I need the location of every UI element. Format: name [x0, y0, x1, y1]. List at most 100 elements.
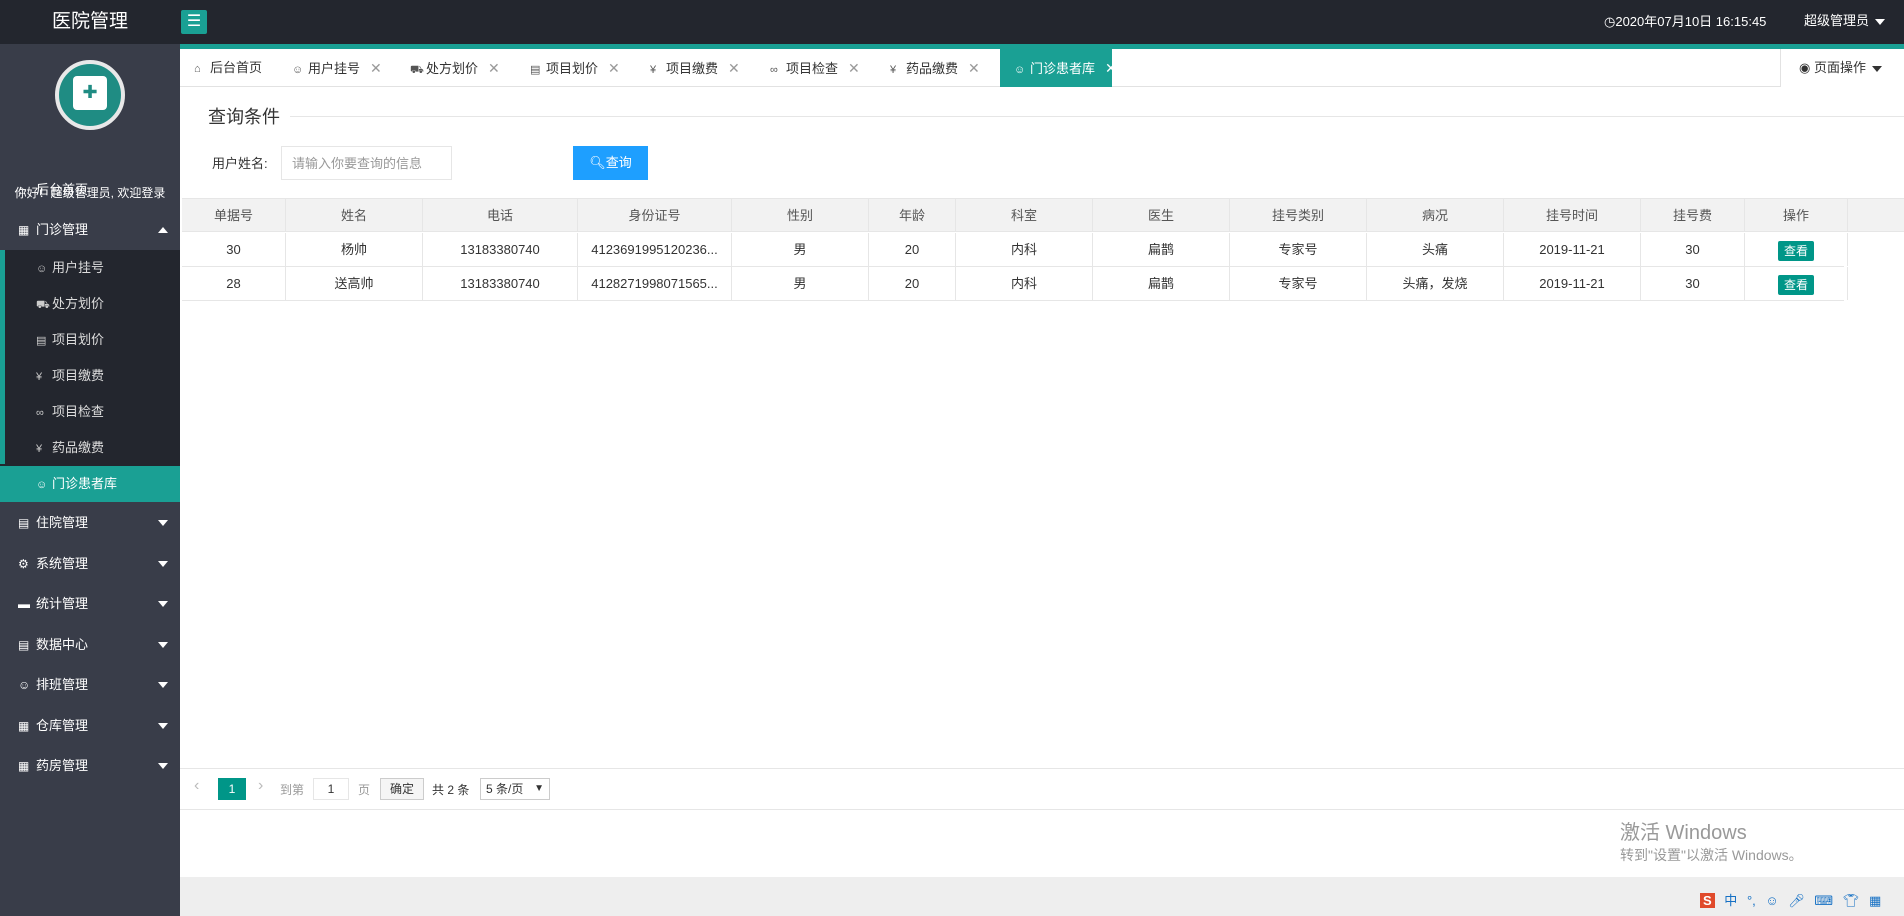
- toolbox-icon[interactable]: ▦: [1869, 893, 1881, 908]
- td-id: 30: [182, 233, 286, 266]
- td-name: 杨帅: [286, 233, 423, 266]
- user-menu[interactable]: 超级管理员: [1804, 0, 1886, 44]
- view-button[interactable]: 查看: [1777, 274, 1814, 295]
- tab-label: 项目缴费: [666, 61, 719, 76]
- tab-label: 门诊患者库: [1030, 61, 1096, 76]
- search-button[interactable]: 🔍︎查询: [573, 146, 648, 180]
- tab-prescription[interactable]: ⛟ 处方划价 ✕: [396, 49, 516, 87]
- sidebar-item-statistics[interactable]: ▬ 统计管理: [0, 584, 180, 624]
- sidebar-sub-register[interactable]: ☺ 用户挂号: [0, 250, 180, 286]
- sidebar-item-warehouse[interactable]: ▦ 仓库管理: [0, 706, 180, 746]
- td-reg-time: 2019-11-21: [1504, 233, 1641, 266]
- th-dept: 科室: [956, 199, 1093, 232]
- yen-icon: ¥: [650, 64, 657, 76]
- td-gender: 男: [732, 267, 869, 300]
- sidebar-sub-item-payment[interactable]: ¥ 项目缴费: [0, 358, 180, 394]
- user-icon: ☺: [36, 263, 48, 275]
- sidebar-item-outpatient[interactable]: ▦ 门诊管理: [0, 210, 180, 250]
- book-icon: ▦: [18, 759, 30, 773]
- table-header: 单据号 姓名 电话 身份证号 性别 年龄 科室 医生 挂号类别 病况 挂号时间 …: [182, 198, 1904, 232]
- page-1-button[interactable]: 1: [218, 778, 246, 800]
- emoji-icon[interactable]: ☺: [1765, 893, 1778, 908]
- tab-patient-library[interactable]: ☺ 门诊患者库 ✕: [1000, 49, 1117, 87]
- close-icon[interactable]: ✕: [848, 49, 860, 87]
- sidebar-item-pharmacy[interactable]: ▦ 药房管理: [0, 746, 180, 786]
- sidebar-item-data-center[interactable]: ▤ 数据中心: [0, 625, 180, 665]
- th-phone: 电话: [423, 199, 578, 232]
- top-header: 医院管理 ☰ ◷2020年07月10日 16:15:45 超级管理员: [0, 0, 1904, 44]
- total-count: 共 2 条: [432, 783, 470, 797]
- sidebar-item-label: 门诊管理: [36, 222, 89, 237]
- th-doctor: 医生: [1093, 199, 1230, 232]
- keyboard-icon[interactable]: ⌨: [1814, 893, 1833, 908]
- th-condition: 病况: [1367, 199, 1504, 232]
- td-idcard: 4123691995120236...: [578, 233, 732, 266]
- sidebar-item-home[interactable]: ⌂ 后台首页: [0, 170, 180, 210]
- search-input[interactable]: [281, 146, 452, 180]
- next-page-icon[interactable]: ›: [258, 777, 263, 795]
- td-reg-type: 专家号: [1230, 267, 1367, 300]
- sidebar-item-label: 数据中心: [36, 637, 89, 652]
- ime-language[interactable]: 中: [1724, 893, 1737, 908]
- tab-drug-payment[interactable]: ¥ 药品缴费 ✕: [876, 49, 996, 87]
- tab-item-check[interactable]: ∞ 项目检查 ✕: [756, 49, 876, 87]
- close-icon[interactable]: ✕: [488, 49, 500, 87]
- fieldset-border: [198, 116, 1904, 117]
- menu-toggle-button[interactable]: ☰: [181, 10, 207, 34]
- chevron-down-icon: [158, 763, 168, 769]
- windows-activation-title: 激活 Windows: [1620, 822, 1747, 844]
- microphone-icon[interactable]: 🎤︎: [1788, 893, 1805, 908]
- td-name: 送高帅: [286, 267, 423, 300]
- sidebar-item-label: 后台首页: [36, 182, 89, 197]
- tab-item-pricing[interactable]: ▤ 项目划价 ✕: [516, 49, 636, 87]
- header-datetime: ◷2020年07月10日 16:15:45: [1604, 0, 1766, 44]
- close-icon[interactable]: ✕: [1105, 49, 1117, 87]
- sidebar-sub-drug-payment[interactable]: ¥ 药品缴费: [0, 430, 180, 466]
- page-confirm-button[interactable]: 确定: [380, 778, 424, 800]
- close-icon[interactable]: ✕: [608, 49, 620, 87]
- document-icon: ▤: [530, 64, 541, 76]
- yen-icon: ¥: [890, 64, 897, 76]
- sidebar-item-inpatient[interactable]: ▤ 住院管理: [0, 503, 180, 543]
- close-icon[interactable]: ✕: [370, 49, 382, 87]
- page-ops-dropdown[interactable]: ◉ 页面操作: [1780, 49, 1904, 87]
- sidebar-item-system[interactable]: ⚙ 系统管理: [0, 544, 180, 584]
- tab-item-payment[interactable]: ¥ 项目缴费 ✕: [636, 49, 756, 87]
- td-id: 28: [182, 267, 286, 300]
- user-icon: ☺: [292, 64, 304, 76]
- ime-logo-icon[interactable]: S: [1700, 893, 1715, 908]
- tab-register[interactable]: ☺ 用户挂号 ✕: [278, 49, 396, 87]
- prev-page-icon[interactable]: ‹: [194, 777, 199, 795]
- app-logo[interactable]: 医院管理: [0, 0, 180, 44]
- td-fee: 30: [1641, 233, 1745, 266]
- sidebar-sub-patient-library[interactable]: ☺ 门诊患者库: [0, 466, 180, 502]
- medical-cross-icon: ✚: [82, 82, 98, 102]
- view-button[interactable]: 查看: [1777, 240, 1814, 261]
- cart-icon: ⛟: [36, 299, 50, 311]
- sidebar-item-label: 仓库管理: [36, 718, 89, 733]
- sidebar-item-schedule[interactable]: ☺ 排班管理: [0, 665, 180, 705]
- tab-home[interactable]: ⌂ 后台首页: [180, 49, 278, 87]
- td-action: 查看: [1745, 233, 1848, 266]
- punctuation-icon[interactable]: °,: [1747, 893, 1756, 908]
- sidebar-sub-item-pricing[interactable]: ▤ 项目划价: [0, 322, 180, 358]
- close-icon[interactable]: ✕: [968, 49, 980, 87]
- page-number-input[interactable]: 1: [313, 778, 349, 800]
- close-icon[interactable]: ✕: [728, 49, 740, 87]
- th-gender: 性别: [732, 199, 869, 232]
- sidebar-sub-label: 处方划价: [52, 296, 105, 311]
- home-icon: ⌂: [18, 183, 26, 197]
- sidebar-sub-prescription[interactable]: ⛟ 处方划价: [0, 286, 180, 322]
- per-page-select[interactable]: 5 条/页 ▼: [480, 778, 550, 800]
- tab-label: 用户挂号: [308, 61, 361, 76]
- cart-icon: ⛟: [410, 64, 424, 76]
- sidebar-sub-label: 门诊患者库: [52, 476, 118, 491]
- td-age: 20: [869, 233, 956, 266]
- td-fee: 30: [1641, 267, 1745, 300]
- page-ops-label: 页面操作: [1813, 60, 1866, 75]
- tab-label: 后台首页: [210, 60, 263, 75]
- sidebar-sub-item-check[interactable]: ∞ 项目检查: [0, 394, 180, 430]
- th-name: 姓名: [286, 199, 423, 232]
- shirt-icon[interactable]: 👕︎: [1843, 893, 1860, 908]
- chevron-down-icon: [158, 561, 168, 567]
